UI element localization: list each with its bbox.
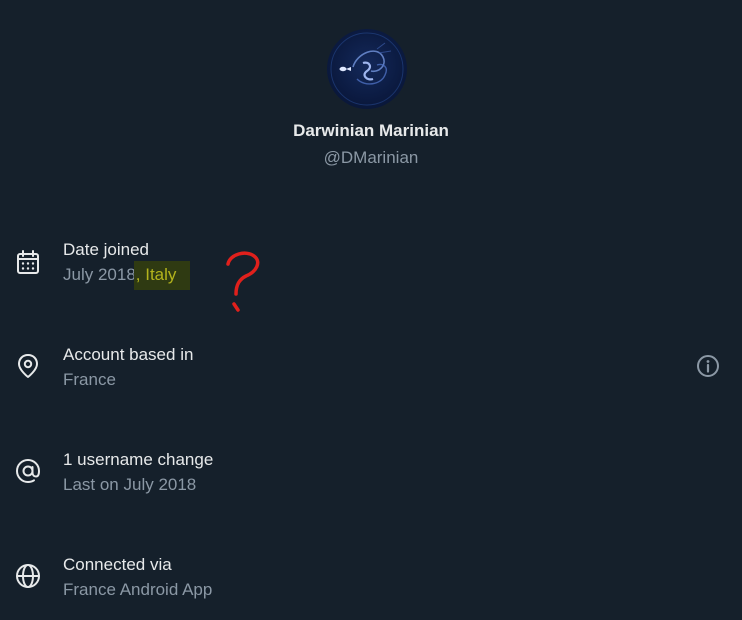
connected-via-label: Connected via: [63, 555, 172, 574]
account-based-label: Account based in: [63, 345, 194, 364]
username-change-label: 1 username change: [63, 450, 214, 469]
username-change-row: 1 username change Last on July 2018: [0, 449, 742, 509]
display-name: Darwinian Marinian: [293, 121, 449, 140]
join-date: July 2018: [63, 265, 136, 284]
info-icon[interactable]: [696, 354, 720, 378]
avatar[interactable]: [327, 29, 407, 109]
connected-via-row: Connected via France Android App: [0, 554, 742, 614]
date-joined-value: July 2018, Italy: [63, 261, 191, 290]
calendar-icon: [14, 248, 42, 276]
connected-via-value: France Android App: [63, 580, 213, 599]
date-joined-row: Date joined July 2018, Italy: [0, 239, 742, 299]
user-handle: @DMarinian: [323, 148, 419, 167]
at-sign-icon: [14, 457, 42, 485]
question-mark-annotation: [220, 248, 266, 314]
username-change-value: Last on July 2018: [63, 475, 197, 494]
globe-icon: [14, 562, 42, 590]
account-based-row: Account based in France: [0, 344, 742, 404]
highlighted-location: , Italy: [133, 261, 191, 290]
location-pin-icon: [14, 352, 42, 380]
account-based-value: France: [63, 370, 116, 389]
avatar-image: [330, 32, 404, 106]
date-joined-label: Date joined: [63, 240, 150, 259]
